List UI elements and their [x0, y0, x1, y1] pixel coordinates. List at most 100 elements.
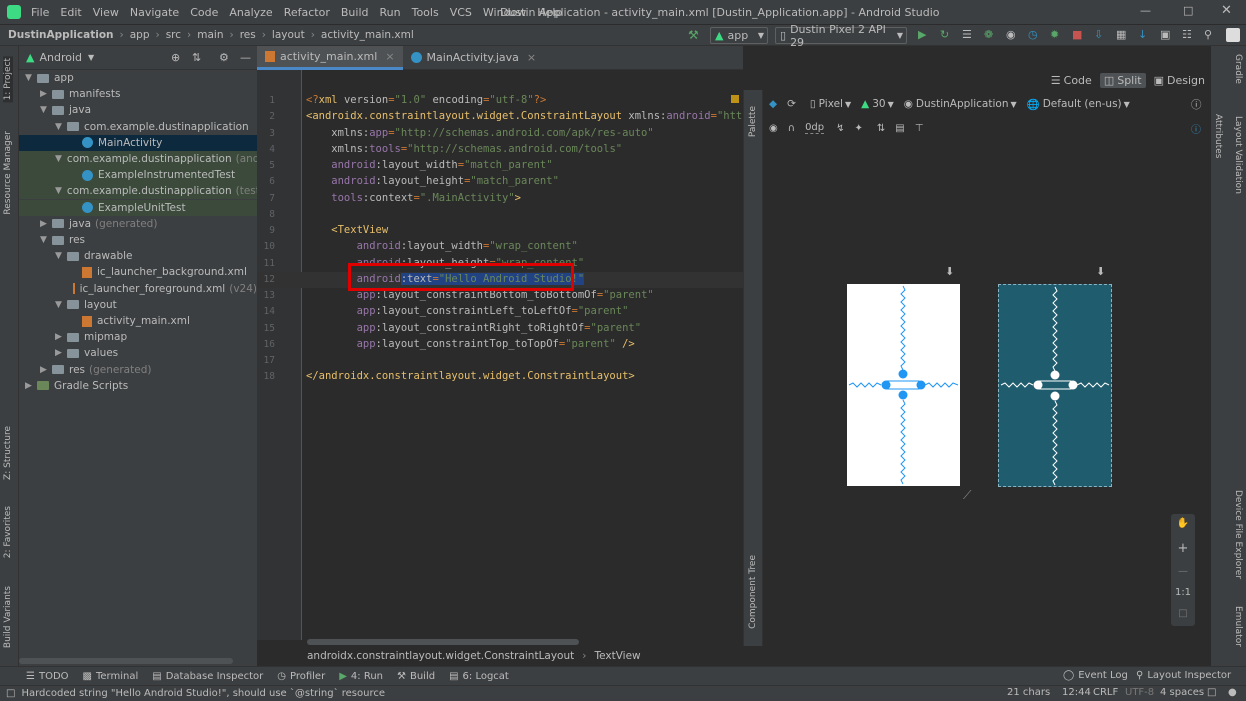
- tree-item[interactable]: ▶ mipmap: [19, 329, 257, 345]
- zoom-in-icon[interactable]: +: [1178, 541, 1189, 556]
- indent-setting[interactable]: 4 spaces: [1160, 687, 1204, 698]
- breadcrumb-item[interactable]: src: [166, 29, 181, 41]
- event-log-tool-button[interactable]: ◯ Event Log: [1063, 670, 1128, 681]
- profiler-tool-button[interactable]: ◷ Profiler: [277, 671, 325, 682]
- code-line[interactable]: 2 <androidx.constraintlayout.widget.Const…: [257, 109, 743, 125]
- tab-main-activity[interactable]: MainActivity.java ×: [403, 46, 545, 70]
- inspector-icon[interactable]: ●: [1228, 687, 1237, 698]
- close-button[interactable]: ✕: [1221, 3, 1232, 18]
- tree-item[interactable]: ▶ manifests: [19, 86, 257, 102]
- tree-item[interactable]: ▶ values: [19, 345, 257, 361]
- chevron-down-icon[interactable]: ▼: [88, 53, 94, 62]
- logcat-tool-button[interactable]: ▤ 6: Logcat: [449, 671, 509, 682]
- device-select[interactable]: ▯ Dustin Pixel 2 API 29 ▼: [775, 23, 907, 49]
- help-icon[interactable]: ⓘ: [1191, 121, 1201, 136]
- tree-item[interactable]: ▼ drawable: [19, 248, 257, 264]
- code-line[interactable]: 9 <TextView: [257, 223, 743, 239]
- chevron-down-icon[interactable]: ▼: [25, 73, 37, 83]
- tree-item[interactable]: MainActivity: [19, 134, 257, 151]
- chevron-down-icon[interactable]: ▼: [55, 154, 62, 164]
- tab-activity-main[interactable]: activity_main.xml ×: [257, 45, 403, 70]
- tree-item[interactable]: ▶ res (generated): [19, 362, 257, 378]
- file-encoding[interactable]: UTF-8: [1125, 687, 1154, 698]
- code-line[interactable]: 14 app:layout_constraintLeft_toLeftOf="p…: [257, 304, 743, 320]
- eye-icon[interactable]: ◉: [769, 123, 778, 134]
- tree-item[interactable]: ▶ Gradle Scripts: [19, 378, 257, 394]
- tree-item[interactable]: ▼ com.example.dustinapplication(android: [19, 151, 257, 167]
- code-h-scrollbar[interactable]: [307, 639, 579, 645]
- minimize-button[interactable]: —: [1140, 4, 1151, 17]
- gradle-tool-tab[interactable]: Gradle: [1233, 54, 1243, 84]
- resource-manager-tool-tab[interactable]: Resource Manager: [3, 131, 13, 215]
- palette-tab[interactable]: Palette: [748, 106, 758, 137]
- chevron-down-icon[interactable]: ▼: [40, 235, 52, 245]
- attributes-tool-tab[interactable]: Attributes: [1213, 114, 1223, 158]
- tree-item[interactable]: ▼ java: [19, 102, 257, 118]
- tree-item[interactable]: ▶ java (generated): [19, 216, 257, 232]
- pan-icon[interactable]: ✋: [1177, 518, 1189, 529]
- menu-item-analyze[interactable]: Analyze: [229, 6, 272, 19]
- split-view-button[interactable]: ◫ Split: [1099, 72, 1146, 88]
- pack-icon[interactable]: ⇅: [877, 123, 885, 134]
- menu-item-vcs[interactable]: VCS: [450, 6, 472, 19]
- menu-item-run[interactable]: Run: [380, 6, 401, 19]
- project-view-select[interactable]: Android: [39, 51, 82, 64]
- structure-tool-tab[interactable]: Z: Structure: [3, 426, 13, 480]
- code-line[interactable]: 18 </androidx.constraintlayout.widget.Con…: [257, 369, 743, 385]
- project-tool-tab[interactable]: 1: Project: [3, 56, 13, 103]
- todo-tool-button[interactable]: ☰ TODO: [26, 671, 69, 682]
- chevron-down-icon[interactable]: ▼: [55, 300, 67, 310]
- lock-icon[interactable]: □: [1207, 687, 1216, 698]
- breadcrumb-item[interactable]: DustinApplication: [8, 29, 114, 41]
- menu-item-build[interactable]: Build: [341, 6, 369, 19]
- theme-select[interactable]: DustinApplication: [916, 98, 1009, 110]
- code-area[interactable]: 1 <?xml version="1.0" encoding="utf-8"?> 2…: [257, 93, 743, 613]
- tree-item[interactable]: ExampleInstrumentedTest: [19, 167, 257, 184]
- maximize-button[interactable]: □: [1183, 4, 1193, 17]
- menu-item-tools[interactable]: Tools: [412, 6, 439, 19]
- align-icon[interactable]: ▤: [895, 123, 904, 134]
- code-line[interactable]: 6 android:layout_height="match_parent": [257, 174, 743, 190]
- breadcrumb-item[interactable]: main: [197, 29, 223, 41]
- orientation-icon[interactable]: ⟳: [787, 98, 796, 110]
- layout-validation-tool-tab[interactable]: Layout Validation: [1233, 116, 1243, 194]
- run-icon[interactable]: ▶: [918, 28, 932, 42]
- avd-manager-icon[interactable]: ▦: [1116, 28, 1130, 42]
- run-config-select[interactable]: ▲ app ▼: [710, 27, 768, 44]
- hide-icon[interactable]: —: [240, 51, 251, 64]
- menu-item-code[interactable]: Code: [190, 6, 218, 19]
- tree-item[interactable]: ▼ app: [19, 70, 257, 86]
- hammer-icon[interactable]: ⚒: [688, 28, 699, 42]
- code-line[interactable]: 7 tools:context=".MainActivity">: [257, 191, 743, 207]
- run-tool-button[interactable]: ▶ 4: Run: [339, 671, 383, 682]
- menu-item-file[interactable]: File: [31, 6, 49, 19]
- design-view-button[interactable]: ▣ Design: [1154, 74, 1205, 87]
- close-tab-icon[interactable]: ×: [385, 50, 394, 63]
- chevron-down-icon[interactable]: ▼: [55, 186, 62, 196]
- warning-marker[interactable]: [731, 95, 739, 103]
- code-line[interactable]: 1 <?xml version="1.0" encoding="utf-8"?>: [257, 93, 743, 109]
- code-view-button[interactable]: ☰ Code: [1051, 74, 1092, 87]
- settings-icon[interactable]: [1226, 28, 1240, 42]
- stop-icon[interactable]: ■: [1072, 28, 1086, 42]
- gear-icon[interactable]: ⚙: [219, 51, 229, 64]
- editor-breadcrumb-item[interactable]: TextView: [594, 650, 640, 662]
- code-line[interactable]: 17: [257, 353, 743, 369]
- code-line[interactable]: 10 android:layout_width="wrap_content": [257, 239, 743, 255]
- code-line[interactable]: 16 app:layout_constraintTop_toTopOf="par…: [257, 337, 743, 353]
- search-icon[interactable]: ⚲: [1204, 28, 1218, 42]
- chevron-right-icon[interactable]: ▶: [55, 348, 67, 358]
- api-select[interactable]: 30: [872, 98, 885, 110]
- resize-handle-icon[interactable]: ⟋: [963, 488, 971, 503]
- clear-constraints-icon[interactable]: ↯: [836, 123, 844, 134]
- vertical-scrollbar[interactable]: [733, 106, 737, 606]
- apply-changes-icon[interactable]: ↻: [940, 28, 954, 42]
- device-manager-icon[interactable]: ▣: [1160, 28, 1174, 42]
- margin-input[interactable]: 0dp: [805, 122, 825, 134]
- close-tab-icon[interactable]: ×: [527, 51, 536, 64]
- debug-icon[interactable]: ❁: [984, 28, 998, 42]
- menu-item-navigate[interactable]: Navigate: [130, 6, 179, 19]
- tree-item[interactable]: ▼ res: [19, 232, 257, 248]
- layers-icon[interactable]: ◆: [769, 98, 777, 110]
- component-tree-tab[interactable]: Component Tree: [748, 555, 758, 629]
